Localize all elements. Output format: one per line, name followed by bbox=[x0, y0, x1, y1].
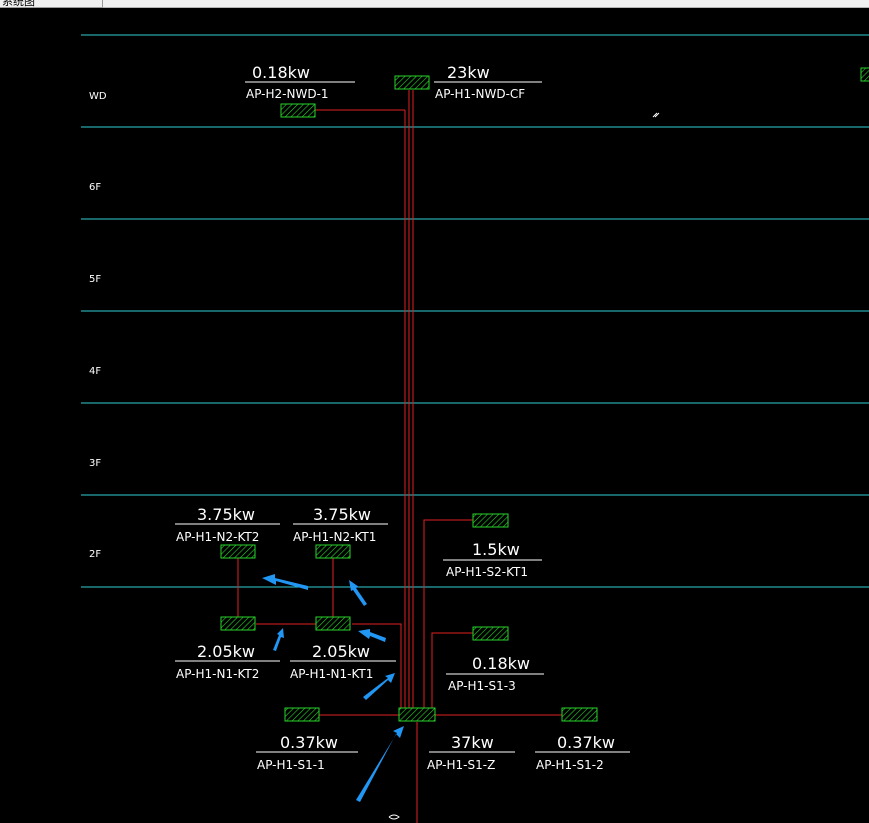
panel-name-s1-z: AP-H1-S1-Z bbox=[427, 758, 495, 772]
panel-box-s2-kt1[interactable] bbox=[472, 513, 509, 528]
panel-name-s1-2: AP-H1-S1-2 bbox=[536, 758, 604, 772]
power-label-wd-left: 0.18kw bbox=[252, 63, 310, 82]
floor-label-wd: WD bbox=[89, 91, 107, 102]
panel-box-wd-left[interactable] bbox=[280, 103, 316, 118]
annotation-arrow-icon bbox=[356, 726, 404, 802]
top-toolbar-strip bbox=[103, 0, 869, 8]
panel-name-wd-right: AP-H1-NWD-CF bbox=[435, 87, 525, 101]
panel-box-kt1-upper[interactable] bbox=[315, 544, 351, 559]
annotation-arrow-icon bbox=[273, 628, 284, 651]
panel-box-s1-z[interactable] bbox=[398, 707, 436, 722]
annotation-arrow-icon bbox=[349, 580, 367, 606]
floor-label-3f: 3F bbox=[89, 458, 101, 469]
panel-name-s1-3: AP-H1-S1-3 bbox=[448, 679, 516, 693]
power-label-kt2-upper: 3.75kw bbox=[197, 505, 255, 524]
floor-label-2f: 2F bbox=[89, 549, 101, 560]
power-label-s2-kt1: 1.5kw bbox=[472, 540, 520, 559]
panel-name-s2-kt1: AP-H1-S2-KT1 bbox=[446, 565, 528, 579]
window-tab-label: 系统图 bbox=[2, 0, 35, 8]
cad-drawing-canvas[interactable]: WD 6F 5F 4F 3F 2F 0.18kw AP-H2-NWD-1 23k… bbox=[0, 8, 869, 823]
panel-box-kt2-upper[interactable] bbox=[220, 544, 256, 559]
panel-name-kt2-lower: AP-H1-N1-KT2 bbox=[176, 667, 259, 681]
panel-name-wd-left: AP-H2-NWD-1 bbox=[246, 87, 329, 101]
panel-box-far-right[interactable] bbox=[860, 67, 869, 82]
panel-box-kt1-lower[interactable] bbox=[315, 616, 351, 631]
power-label-s1-z: 37kw bbox=[451, 733, 494, 752]
panel-box-wd-right[interactable] bbox=[394, 75, 430, 90]
power-label-wd-right: 23kw bbox=[447, 63, 490, 82]
window-tab[interactable]: 系统图 bbox=[0, 0, 103, 8]
annotation-arrow-icon bbox=[262, 574, 308, 590]
power-label-s1-1: 0.37kw bbox=[280, 733, 338, 752]
panel-box-s1-1[interactable] bbox=[284, 707, 320, 722]
power-label-kt2-lower: 2.05kw bbox=[197, 642, 255, 661]
panel-box-s1-3[interactable] bbox=[472, 626, 509, 641]
panel-box-s1-2[interactable] bbox=[561, 707, 598, 722]
power-label-s1-2: 0.37kw bbox=[557, 733, 615, 752]
panel-name-kt2-upper: AP-H1-N2-KT2 bbox=[176, 530, 259, 544]
power-label-kt1-upper: 3.75kw bbox=[313, 505, 371, 524]
floor-label-5f: 5F bbox=[89, 274, 101, 285]
floor-label-6f: 6F bbox=[89, 182, 101, 193]
panel-name-kt1-lower: AP-H1-N1-KT1 bbox=[290, 667, 373, 681]
panel-box-kt2-lower[interactable] bbox=[220, 616, 256, 631]
panel-name-s1-1: AP-H1-S1-1 bbox=[257, 758, 325, 772]
power-label-s1-3: 0.18kw bbox=[472, 654, 530, 673]
power-label-kt1-lower: 2.05kw bbox=[312, 642, 370, 661]
annotation-arrow-icon bbox=[358, 629, 386, 642]
floor-label-4f: 4F bbox=[89, 366, 101, 377]
panel-name-kt1-upper: AP-H1-N2-KT1 bbox=[293, 530, 376, 544]
